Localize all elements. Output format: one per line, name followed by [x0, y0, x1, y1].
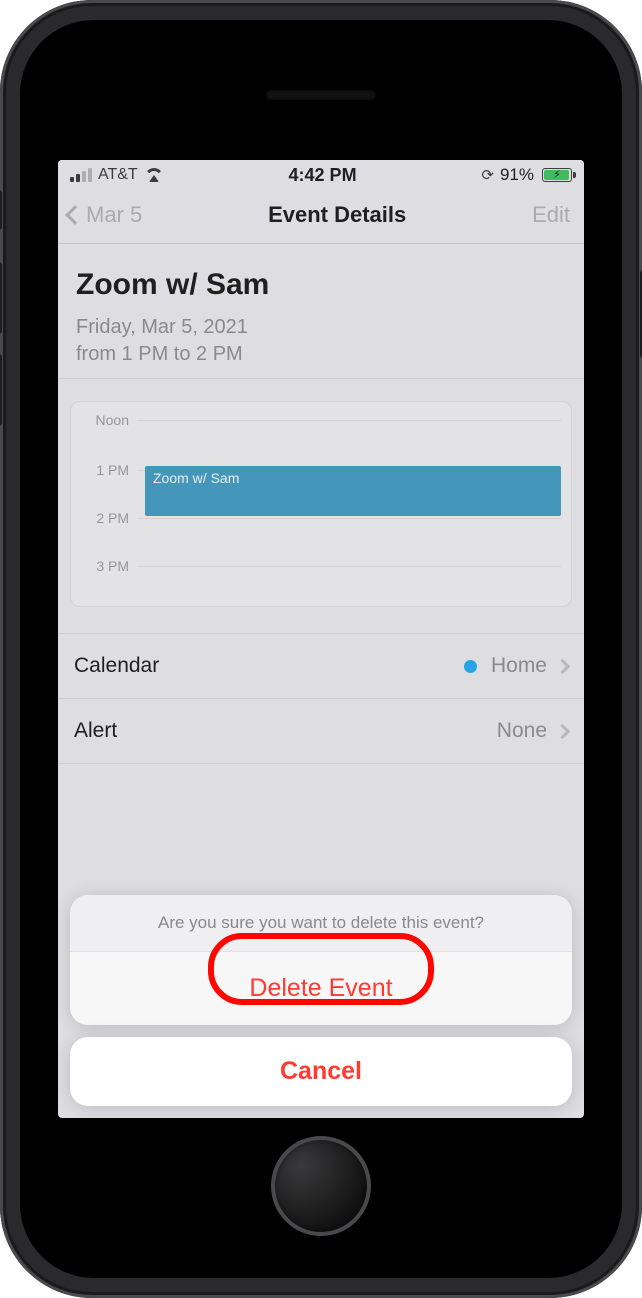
chevron-right-icon [555, 658, 571, 674]
calendar-color-dot [464, 660, 477, 673]
timeline-label-1pm: 1 PM [77, 462, 137, 478]
status-bar: AT&T 4:42 PM ⟳ 91% ⚡︎ [58, 160, 584, 190]
cellular-signal-icon [70, 168, 92, 182]
calendar-value: Home [491, 654, 547, 678]
timeline-event-block[interactable]: Zoom w/ Sam [145, 466, 561, 516]
cancel-button[interactable]: Cancel [70, 1037, 572, 1106]
event-title: Zoom w/ Sam [76, 268, 566, 302]
mini-timeline: Noon 1 PM 2 PM 3 PM Zoom w/ Sam [70, 401, 572, 607]
content-area: Zoom w/ Sam Friday, Mar 5, 2021 from 1 P… [58, 244, 584, 764]
edit-button[interactable]: Edit [532, 202, 574, 228]
delete-action-sheet: Are you sure you want to delete this eve… [70, 895, 572, 1106]
battery-icon: ⚡︎ [542, 168, 572, 182]
wifi-icon [144, 168, 164, 182]
alert-row-label: Alert [74, 719, 117, 743]
timeline-label-2pm: 2 PM [77, 510, 137, 526]
action-sheet-prompt: Are you sure you want to delete this eve… [70, 895, 572, 952]
iphone-device-frame: AT&T 4:42 PM ⟳ 91% ⚡︎ Mar 5 [0, 0, 642, 1298]
mute-switch [0, 190, 2, 230]
orientation-lock-icon: ⟳ [481, 168, 494, 183]
alert-value: None [497, 719, 547, 743]
timeline-label-3pm: 3 PM [77, 558, 137, 574]
device-bezel: AT&T 4:42 PM ⟳ 91% ⚡︎ Mar 5 [20, 20, 622, 1278]
earpiece-speaker [266, 90, 376, 100]
battery-percent: 91% [500, 165, 534, 185]
charging-bolt-icon: ⚡︎ [553, 168, 561, 181]
chevron-left-icon [65, 205, 85, 225]
event-time-range: from 1 PM to 2 PM [76, 341, 566, 368]
event-header: Zoom w/ Sam Friday, Mar 5, 2021 from 1 P… [58, 244, 584, 379]
screen: AT&T 4:42 PM ⟳ 91% ⚡︎ Mar 5 [58, 160, 584, 1118]
status-clock: 4:42 PM [289, 165, 357, 186]
timeline-label-noon: Noon [77, 412, 137, 428]
action-sheet-group: Are you sure you want to delete this eve… [70, 895, 572, 1025]
chevron-right-icon [555, 723, 571, 739]
home-button[interactable] [271, 1136, 371, 1236]
alert-row[interactable]: Alert None [58, 699, 584, 764]
calendar-row[interactable]: Calendar Home [58, 633, 584, 699]
carrier-label: AT&T [98, 166, 138, 184]
volume-down-button [0, 354, 2, 426]
event-date: Friday, Mar 5, 2021 [76, 314, 566, 341]
delete-event-button[interactable]: Delete Event [70, 952, 572, 1025]
page-title: Event Details [268, 202, 406, 228]
volume-up-button [0, 262, 2, 334]
calendar-row-label: Calendar [74, 654, 159, 678]
back-label: Mar 5 [86, 202, 142, 228]
navigation-bar: Mar 5 Event Details Edit [58, 190, 584, 244]
back-button[interactable]: Mar 5 [68, 202, 142, 228]
